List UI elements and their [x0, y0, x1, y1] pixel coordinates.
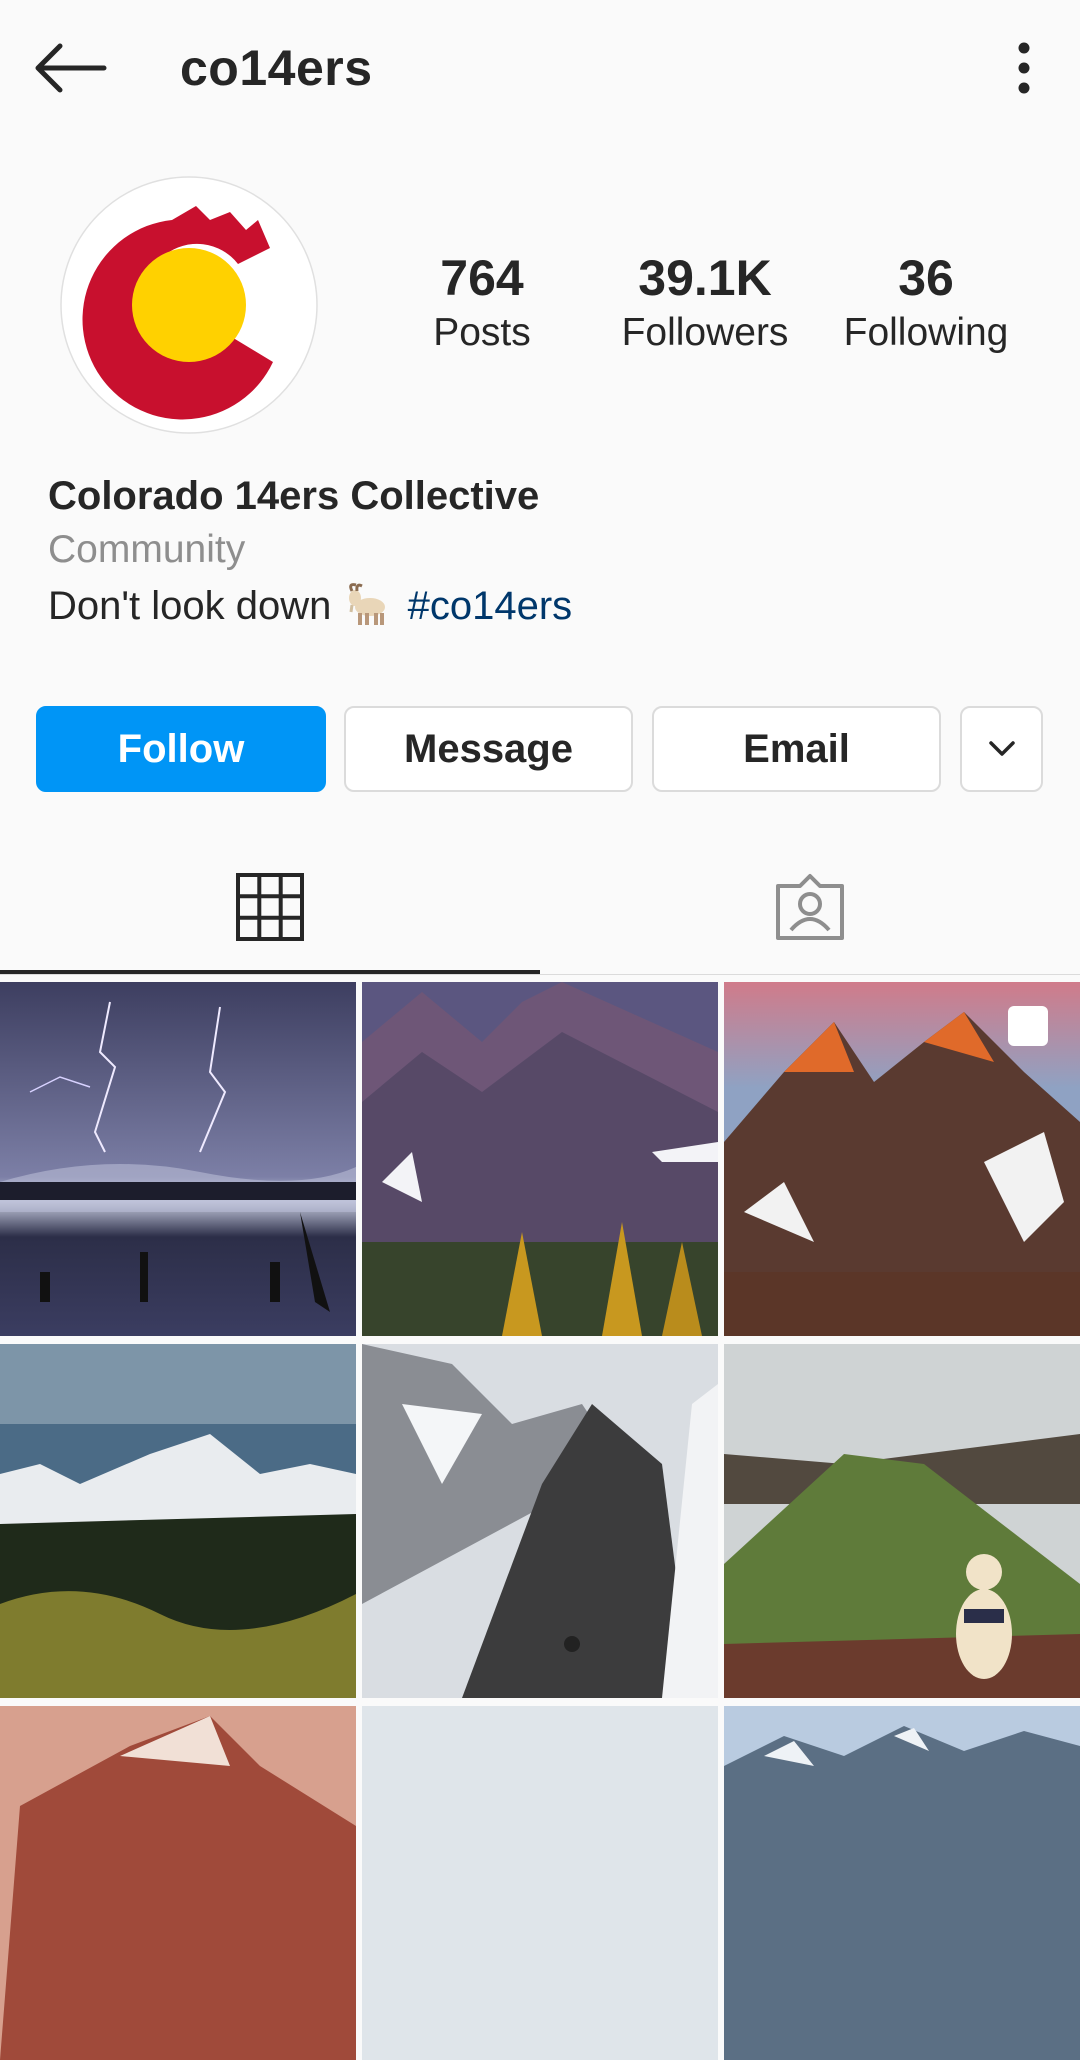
- followers-label: Followers: [621, 311, 789, 354]
- following-count[interactable]: 36 Following: [826, 248, 1026, 360]
- bio-display-name: Colorado 14ers Collective: [48, 474, 540, 518]
- chevron-down-icon: [988, 741, 1015, 756]
- more-options-icon[interactable]: [1012, 42, 1036, 94]
- follow-button[interactable]: Follow: [36, 706, 326, 792]
- tab-tagged[interactable]: [540, 840, 1080, 974]
- post-thumbnail[interactable]: [362, 1344, 718, 1698]
- bio-text-body: Don't look down: [48, 584, 332, 628]
- profile-avatar[interactable]: [60, 176, 318, 434]
- post-image-climber-ridge: [362, 1344, 718, 1698]
- tab-divider: [0, 974, 1080, 975]
- message-button[interactable]: Message: [344, 706, 633, 792]
- suggested-accounts-button[interactable]: [960, 706, 1043, 792]
- followers-number: 39.1K: [638, 250, 772, 306]
- bio-hashtag-link[interactable]: #co14ers: [408, 584, 573, 628]
- followers-count[interactable]: 39.1K Followers: [605, 248, 805, 360]
- email-button[interactable]: Email: [652, 706, 941, 792]
- post-thumbnail[interactable]: [0, 1706, 356, 2060]
- profile-username: co14ers: [180, 40, 373, 96]
- multi-post-icon: [1008, 1006, 1048, 1046]
- post-image-red-peak: [0, 1706, 356, 2060]
- post-thumbnail[interactable]: [362, 1706, 718, 2060]
- post-image-alpenglow: [724, 982, 1080, 1336]
- bio-text: Don't look down #co14ers: [48, 580, 572, 632]
- post-image-mountain-range: [724, 1706, 1080, 2060]
- post-thumbnail[interactable]: [724, 1344, 1080, 1698]
- following-label: Following: [843, 311, 1009, 354]
- goat-emoji-icon: [349, 583, 386, 625]
- tagged-user-icon: [776, 874, 844, 940]
- bio-category: Community: [48, 528, 246, 571]
- back-arrow-icon[interactable]: [34, 40, 108, 96]
- post-thumbnail[interactable]: [362, 982, 718, 1336]
- posts-number: 764: [440, 250, 524, 306]
- post-image-maroon-bells: [362, 982, 718, 1336]
- post-image-lightning: [0, 982, 356, 1336]
- posts-count: 764 Posts: [382, 248, 582, 360]
- posts-label: Posts: [433, 311, 531, 354]
- post-image-green-ridge-dog: [724, 1344, 1080, 1698]
- post-thumbnail[interactable]: [724, 982, 1080, 1336]
- post-image-misty-sky: [362, 1706, 718, 2060]
- grid-icon: [236, 873, 304, 941]
- post-thumbnail[interactable]: [724, 1706, 1080, 2060]
- post-image-snowy-range: [0, 1344, 356, 1698]
- post-thumbnail[interactable]: [0, 1344, 356, 1698]
- post-thumbnail[interactable]: [0, 982, 356, 1336]
- following-number: 36: [898, 250, 954, 306]
- tab-posts-grid[interactable]: [0, 840, 540, 974]
